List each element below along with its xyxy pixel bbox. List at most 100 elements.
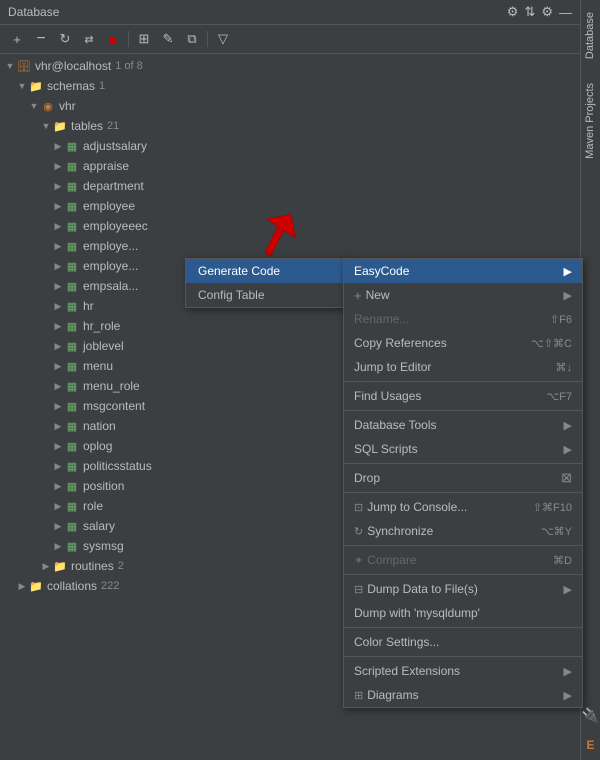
table-row[interactable]: ▶ ▦ employeeec — [0, 216, 580, 236]
find-usages-item[interactable]: Find Usages ⌥F7 — [344, 384, 582, 408]
diagrams-item[interactable]: ⊞ Diagrams ▶ — [344, 683, 582, 707]
table-icon: ▦ — [64, 518, 80, 534]
remove-button[interactable]: − — [30, 28, 52, 50]
drop-item[interactable]: Drop ⊠ — [344, 466, 582, 490]
easycode-label: EasyCode — [354, 264, 409, 278]
table-row[interactable]: ▶ ▦ employee — [0, 196, 580, 216]
settings-icon[interactable]: ⚙ — [507, 4, 519, 20]
table-icon: ▦ — [64, 358, 80, 374]
schemas-node[interactable]: ▼ 📁 schemas 1 — [0, 76, 580, 96]
table-name: department — [83, 179, 144, 193]
table-icon: ▦ — [64, 418, 80, 434]
tables-node[interactable]: ▼ 📁 tables 21 — [0, 116, 580, 136]
expand-arrow: ▶ — [16, 580, 28, 592]
table-icon: ▦ — [64, 218, 80, 234]
jump-editor-item[interactable]: Jump to Editor ⌘↓ — [344, 355, 582, 379]
table-name: hr_role — [83, 319, 120, 333]
diagrams-icon: ⊞ — [354, 689, 363, 702]
config-table-item[interactable]: Config Table — [186, 283, 344, 307]
table-name: politicsstatus — [83, 459, 152, 473]
layout-icon[interactable]: ⇅ — [524, 4, 535, 20]
filter-button[interactable]: ▽ — [212, 28, 234, 50]
synchronize-shortcut: ⌥⌘Y — [541, 525, 572, 538]
table-icon: ▦ — [64, 318, 80, 334]
add-button[interactable]: + — [6, 28, 28, 50]
rename-shortcut: ⇧F6 — [550, 313, 572, 326]
toolbar-separator-2 — [207, 31, 208, 47]
plugin-icon[interactable]: 🔌 — [581, 700, 600, 730]
sync-button[interactable]: ⇄ — [78, 28, 100, 50]
generate-code-item[interactable]: Generate Code — [186, 259, 344, 283]
table-icon: ▦ — [64, 178, 80, 194]
easycode-item[interactable]: EasyCode ▶ — [344, 259, 582, 283]
gear-icon[interactable]: ⚙ — [541, 4, 553, 20]
table-icon: ▦ — [64, 198, 80, 214]
table-row[interactable]: ▶ ▦ department — [0, 176, 580, 196]
dump-file-item[interactable]: ⊟ Dump Data to File(s) ▶ — [344, 577, 582, 601]
right-tabs-panel: Database Maven Projects 🔌 E — [580, 0, 600, 760]
db-tools-item[interactable]: Database Tools ▶ — [344, 413, 582, 437]
close-icon[interactable]: — — [559, 5, 572, 20]
tables-badge: 21 — [107, 120, 119, 132]
table-name: employe... — [83, 259, 138, 273]
submenu-arrow: ▶ — [564, 443, 572, 456]
expand-arrow: ▶ — [40, 560, 52, 572]
database-tab[interactable]: Database — [581, 0, 600, 71]
expand-arrow: ▶ — [52, 320, 64, 332]
jump-console-item[interactable]: ⊡ Jump to Console... ⇧⌘F10 — [344, 495, 582, 519]
table-name: menu_role — [83, 379, 140, 393]
scripted-extensions-item[interactable]: Scripted Extensions ▶ — [344, 659, 582, 683]
dump-mysql-item[interactable]: Dump with 'mysqldump' — [344, 601, 582, 625]
table-row[interactable]: ▶ ▦ employe... — [0, 236, 580, 256]
main-context-menu: EasyCode ▶ + New ▶ Rename... ⇧F6 Copy Re… — [343, 258, 583, 708]
db-tools-label: Database Tools — [354, 418, 437, 432]
routines-label: routines — [71, 559, 114, 573]
folder-icon: 📁 — [52, 118, 68, 134]
schemas-badge: 1 — [99, 80, 105, 92]
toolbar: + − ↻ ⇄ ■ ⊞ ✎ ⧉ ▽ — [0, 25, 580, 54]
title-bar: Database ⚙ ⇅ ⚙ — — [0, 0, 580, 25]
submenu-arrow: ▶ — [564, 665, 572, 678]
separator — [344, 574, 582, 575]
maven-tab[interactable]: Maven Projects — [581, 71, 600, 171]
e-icon[interactable]: E — [581, 730, 600, 760]
vhr-node[interactable]: ▼ ◉ vhr — [0, 96, 580, 116]
table-name: salary — [83, 519, 115, 533]
edit-button[interactable]: ✎ — [157, 28, 179, 50]
grid-button[interactable]: ⊞ — [133, 28, 155, 50]
root-badge: 1 of 8 — [115, 60, 143, 72]
expand-arrow: ▼ — [4, 60, 16, 72]
table-row[interactable]: ▶ ▦ appraise — [0, 156, 580, 176]
plus-icon: + — [354, 288, 362, 303]
copy-references-item[interactable]: Copy References ⌥⇧⌘C — [344, 331, 582, 355]
table-icon: ▦ — [64, 478, 80, 494]
table-icon: ▦ — [64, 338, 80, 354]
expand-arrow: ▶ — [52, 220, 64, 232]
drop-shortcut: ⊠ — [561, 470, 572, 486]
separator — [344, 463, 582, 464]
find-usages-label: Find Usages — [354, 389, 421, 403]
expand-arrow: ▶ — [52, 180, 64, 192]
config-table-label: Config Table — [198, 288, 265, 302]
refresh-button[interactable]: ↻ — [54, 28, 76, 50]
expand-arrow: ▶ — [52, 540, 64, 552]
new-item[interactable]: + New ▶ — [344, 283, 582, 307]
expand-arrow: ▶ — [52, 260, 64, 272]
synchronize-item[interactable]: ↻ Synchronize ⌥⌘Y — [344, 519, 582, 543]
copy-button[interactable]: ⧉ — [181, 28, 203, 50]
expand-arrow: ▼ — [28, 100, 40, 112]
expand-arrow: ▼ — [40, 120, 52, 132]
scripted-extensions-label: Scripted Extensions — [354, 664, 460, 678]
submenu-arrow: ▶ — [564, 419, 572, 432]
table-name: nation — [83, 419, 116, 433]
color-settings-item[interactable]: Color Settings... — [344, 630, 582, 654]
table-icon: ▦ — [64, 298, 80, 314]
sql-scripts-item[interactable]: SQL Scripts ▶ — [344, 437, 582, 461]
expand-arrow: ▶ — [52, 440, 64, 452]
stop-button[interactable]: ■ — [102, 28, 124, 50]
table-name: sysmsg — [83, 539, 124, 553]
table-row[interactable]: ▶ ▦ adjustsalary — [0, 136, 580, 156]
rename-label: Rename... — [354, 312, 409, 326]
table-name: employee — [83, 199, 135, 213]
tree-root[interactable]: ▼ 🗄 vhr@localhost 1 of 8 — [0, 56, 580, 76]
